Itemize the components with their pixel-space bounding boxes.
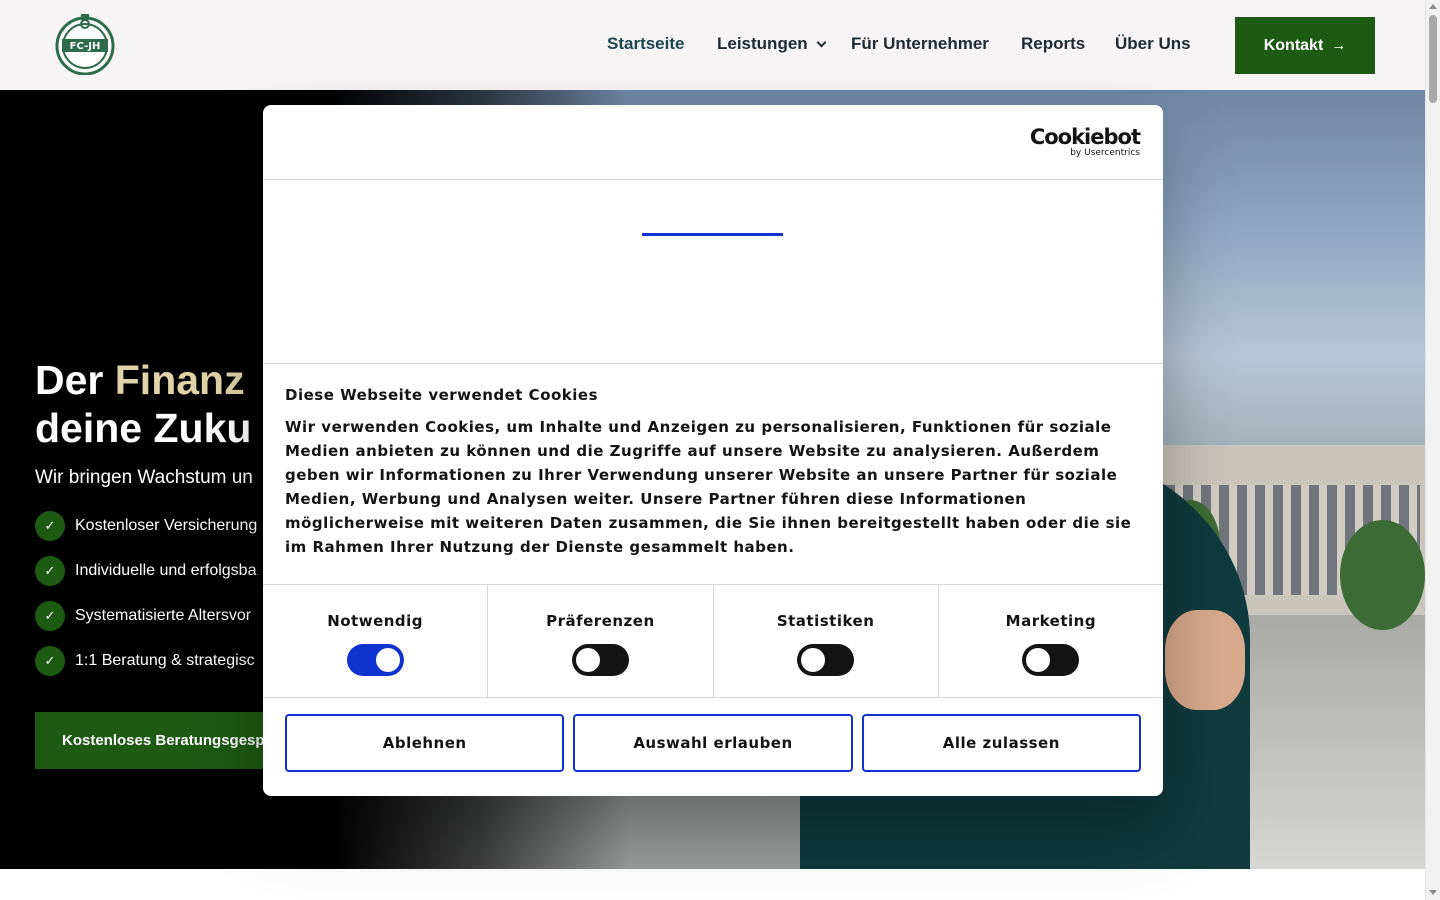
- category-notwendig: Notwendig: [263, 585, 489, 697]
- hero-subtitle: Wir bringen Wachstum un: [35, 467, 253, 488]
- nav-reports[interactable]: Reports: [1021, 34, 1085, 54]
- toggle-knob: [375, 648, 400, 672]
- hero-title: Der Finanz deine Zuku: [35, 356, 251, 452]
- nav-leistungen[interactable]: Leistungen: [717, 34, 827, 54]
- toggle-statistiken[interactable]: [797, 644, 855, 676]
- category-praeferenzen: Präferenzen: [488, 585, 714, 697]
- check-icon: ✓: [35, 646, 65, 676]
- hero-title-plain: Der: [35, 357, 115, 403]
- category-statistiken: Statistiken: [714, 585, 939, 697]
- kontakt-button[interactable]: Kontakt →: [1235, 17, 1375, 74]
- list-item: ✓ Individuelle und erfolgsba: [35, 556, 257, 586]
- nav-startseite[interactable]: Startseite: [607, 34, 684, 54]
- list-item: ✓ Kostenloser Versicherung: [35, 511, 257, 541]
- category-label: Statistiken: [776, 612, 875, 630]
- check-icon: ✓: [35, 511, 65, 541]
- photo-tree: [1340, 520, 1425, 630]
- bullet-text: Individuelle und erfolgsba: [75, 562, 257, 579]
- hero-bullet-list: ✓ Kostenloser Versicherung ✓ Individuell…: [35, 511, 257, 691]
- decline-button[interactable]: Ablehnen: [285, 714, 565, 772]
- cookiebot-logo-main: Cookiebot: [1029, 125, 1141, 149]
- cookiebot-logo[interactable]: Cookiebot by Usercentrics: [1029, 125, 1141, 158]
- cookie-dialog-title: Diese Webseite verwendet Cookies: [285, 386, 599, 404]
- cookie-dialog-header: Cookiebot by Usercentrics: [263, 105, 1163, 180]
- nav-ueber-uns[interactable]: Über Uns: [1115, 34, 1191, 54]
- cookie-dialog-body: Diese Webseite verwendet Cookies Wir ver…: [263, 364, 1163, 585]
- hero-title-line2: deine Zuku: [35, 405, 252, 451]
- page-scrollbar[interactable]: [1425, 0, 1440, 900]
- scrollbar-thumb[interactable]: [1429, 15, 1437, 103]
- scroll-up-arrow-icon[interactable]: [1429, 4, 1437, 9]
- toggle-knob: [1026, 648, 1051, 672]
- category-label: Präferenzen: [546, 612, 655, 630]
- list-item: ✓ Systematisierte Altersvor: [35, 601, 257, 631]
- category-marketing: Marketing: [939, 585, 1163, 697]
- cookie-dialog-tabs: [263, 180, 1163, 364]
- list-item: ✓ 1:1 Beratung & strategisc: [35, 646, 257, 676]
- allow-selection-button[interactable]: Auswahl erlauben: [573, 714, 853, 772]
- bullet-text: Systematisierte Altersvor: [75, 607, 252, 624]
- photo-person-hand: [1165, 610, 1245, 710]
- active-tab-indicator: [642, 233, 783, 236]
- chevron-down-icon: [816, 37, 827, 48]
- nav-leistungen-label: Leistungen: [717, 34, 808, 53]
- cookiebot-logo-sub: by Usercentrics: [1070, 148, 1140, 158]
- scroll-down-arrow-icon[interactable]: [1429, 890, 1437, 895]
- toggle-praeferenzen[interactable]: [571, 644, 629, 676]
- check-icon: ✓: [35, 601, 65, 631]
- cookie-dialog-buttons: Ablehnen Auswahl erlauben Alle zulassen: [263, 698, 1163, 788]
- bullet-text: 1:1 Beratung & strategisc: [75, 652, 255, 669]
- cookie-dialog-text: Wir verwenden Cookies, um Inhalte und An…: [285, 418, 1132, 556]
- cookie-categories: Notwendig Präferenzen Statistiken Market…: [263, 585, 1163, 698]
- category-label: Marketing: [1005, 612, 1097, 630]
- toggle-knob: [575, 648, 600, 672]
- kontakt-button-label: Kontakt: [1263, 36, 1324, 54]
- main-nav: Startseite Leistungen Für Unternehmer Re…: [0, 0, 1425, 90]
- hero-title-accent: Finanz: [114, 357, 245, 403]
- arrow-right-icon: →: [1331, 37, 1347, 54]
- bullet-text: Kostenloser Versicherung: [75, 517, 258, 534]
- check-icon: ✓: [35, 556, 65, 586]
- allow-all-button[interactable]: Alle zulassen: [861, 714, 1141, 772]
- cookie-consent-dialog: Cookiebot by Usercentrics Diese Webseite…: [263, 105, 1163, 796]
- toggle-knob: [801, 648, 826, 672]
- site-header: FC-JH Startseite Leistungen Für Unterneh…: [0, 0, 1425, 90]
- category-label: Notwendig: [327, 612, 424, 630]
- toggle-notwendig[interactable]: [346, 644, 404, 676]
- toggle-marketing[interactable]: [1022, 644, 1080, 676]
- nav-fuer-unternehmer[interactable]: Für Unternehmer: [851, 34, 989, 54]
